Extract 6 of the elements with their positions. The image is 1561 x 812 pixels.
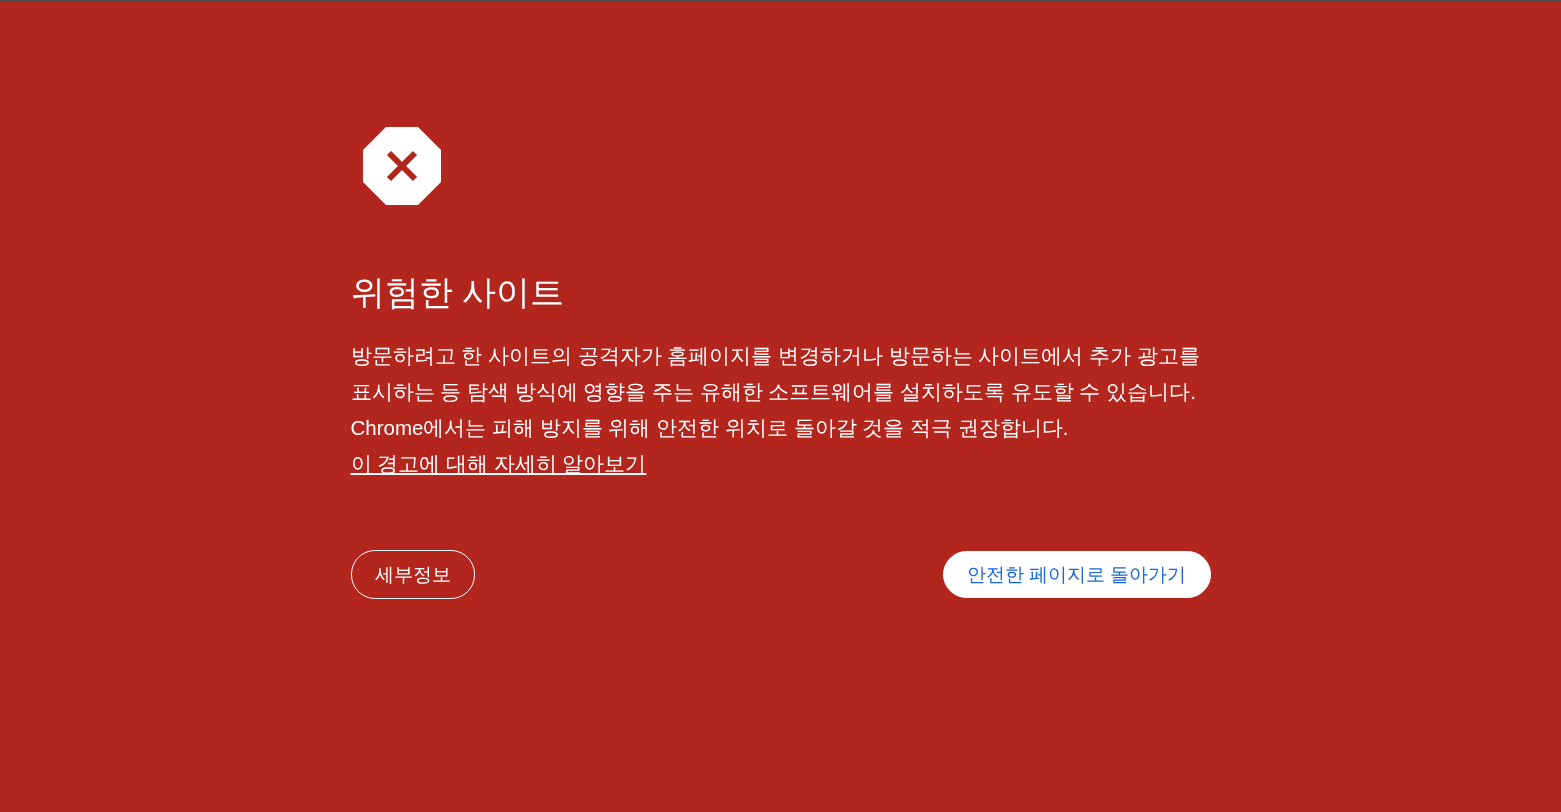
warning-message: 방문하려고 한 사이트의 공격자가 홈페이지를 변경하거나 방문하는 사이트에서 추가 광고를 표시하는 등 탐색 방식에 영향을 주는 유해한 소프트웨어를 설치하도록 유도할 수 있습니다. Chrome에서는 피해 방지를 위해 안전한 위치로 돌아갈 것을 적극 권장합니다. 이 경고에 대해 자세히 알아보기 bbox=[350, 343, 1201, 477]
page-heading: 위험한 사이트 bbox=[350, 272, 565, 312]
back-to-safety-button[interactable]: 안전한 페이지로 돌아가기 bbox=[943, 551, 1211, 598]
learn-more-link[interactable]: 이 경고에 대해 자세히 알아보기 bbox=[350, 452, 647, 475]
stop-sign-icon bbox=[362, 127, 441, 205]
details-button[interactable]: 세부정보 bbox=[350, 550, 475, 599]
